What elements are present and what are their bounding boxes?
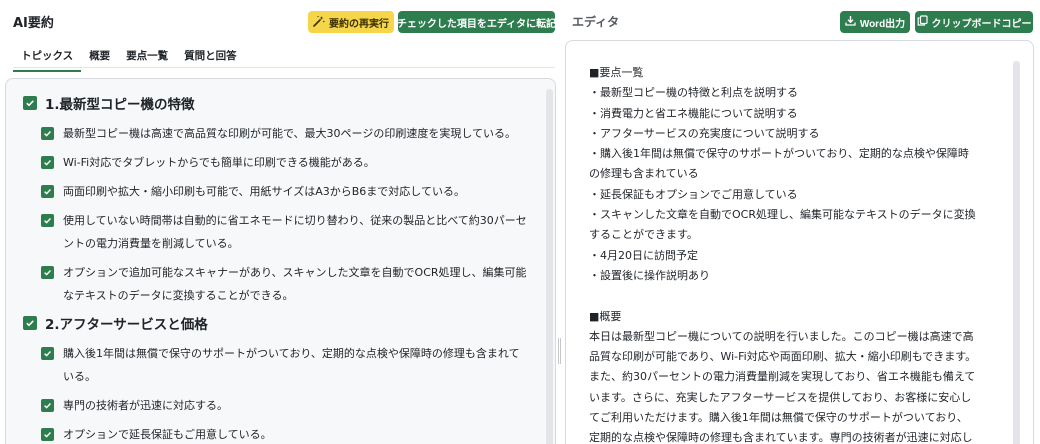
section-title: 1.最新型コピー機の特徴 [45, 97, 195, 113]
tab-divider [13, 67, 555, 68]
editor-title: エディタ [572, 15, 620, 29]
editor-line: います。さらに、充実したアフターサービスを提供しており、お客様に安心し [589, 390, 972, 404]
pane-resize-handle[interactable] [558, 338, 562, 364]
editor-line: の修理も含まれている [589, 167, 699, 181]
item-checkbox[interactable] [41, 214, 54, 227]
editor-line: 本日は最新型コピー機についての説明を行いました。このコピー機は高速で高 [589, 329, 974, 343]
rerun-summary-label: 要約の再実行 [329, 18, 389, 30]
topics-panel: 1.最新型コピー機の特徴 最新型コピー機は高速で高品質な印刷が可能で、最大30ペ… [5, 78, 556, 444]
item-text: 購入後1年間は無償で保守のサポートがついており、定期的な点検や保障時の修理も含ま… [63, 347, 520, 383]
topic-item: 両面印刷や拡大・縮小印刷も可能で、用紙サイズはA3からB6まで対応している。 [41, 180, 528, 203]
topic-item: 使用していない時間帯は自動的に省エネモードに切り替わり、従来の製品と比べて約30… [41, 209, 528, 255]
topic-item: Wi-Fi対応でタブレットからでも簡単に印刷できる機能がある。 [41, 151, 528, 174]
item-text: オプションで延長保証もご用意している。 [63, 428, 272, 441]
editor-line: ・購入後1年間は無償で保守のサポートがついており、定期的な点検や保障時 [589, 147, 969, 161]
topic-item: 専門の技術者が迅速に対応する。 [41, 394, 528, 417]
word-export-button[interactable]: Word出力 [840, 11, 910, 33]
topics-scrollbar[interactable] [546, 89, 553, 444]
item-checkbox[interactable] [41, 185, 54, 198]
editor-line: ・延長保証もオプションでご用意している [589, 187, 798, 201]
editor-line: ・アフターサービスの充実度について説明する [589, 126, 820, 140]
editor-area[interactable]: ■要点一覧 ・最新型コピー機の特徴と利点を説明する ・消費電力と省エネ機能につい… [565, 40, 1034, 444]
topic-item: オプションで延長保証もご用意している。 [41, 423, 528, 444]
topic-item: 購入後1年間は無償で保守のサポートがついており、定期的な点検や保障時の修理も含ま… [41, 342, 528, 388]
item-checkbox[interactable] [41, 266, 54, 279]
editor-line: 品質な印刷が可能であり、Wi-Fi対応や両面印刷、拡大・縮小印刷もできます。 [589, 350, 977, 364]
clipboard-copy-label: クリップボードコピー [931, 18, 1032, 30]
clipboard-copy-button[interactable]: クリップボードコピー [915, 11, 1033, 33]
section-checkbox[interactable] [23, 316, 37, 330]
item-checkbox[interactable] [41, 399, 54, 412]
transfer-checked-button[interactable]: チェックした項目をエディタに転記 [396, 11, 557, 33]
editor-line: ・設置後に操作説明あり [589, 268, 710, 282]
transfer-checked-label: チェックした項目をエディタに転記 [396, 18, 557, 30]
item-checkbox[interactable] [41, 127, 54, 140]
topic-item: オプションで追加可能なスキャナーがあり、スキャンした文章を自動でOCR処理し、編… [41, 261, 528, 307]
section-title: 2.アフターサービスと価格 [45, 317, 208, 333]
item-text: オプションで追加可能なスキャナーがあり、スキャンした文章を自動でOCR処理し、編… [63, 266, 527, 302]
editor-line: ■概要 [589, 309, 622, 323]
editor-line: ・消費電力と省エネ機能について説明する [589, 106, 798, 120]
editor-text[interactable]: ■要点一覧 ・最新型コピー機の特徴と利点を説明する ・消費電力と省エネ機能につい… [589, 63, 1009, 444]
item-checkbox[interactable] [41, 156, 54, 169]
ai-summary-title: AI要約 [13, 16, 54, 31]
copy-icon [917, 15, 928, 29]
item-checkbox[interactable] [41, 428, 54, 441]
item-text: 最新型コピー機は高速で高品質な印刷が可能で、最大30ページの印刷速度を実現してい… [63, 127, 517, 140]
topics-list: 1.最新型コピー機の特徴 最新型コピー機は高速で高品質な印刷が可能で、最大30ペ… [23, 93, 528, 444]
editor-scrollbar[interactable] [1013, 61, 1020, 444]
magic-wand-icon [313, 15, 325, 30]
editor-line: ■要点一覧 [589, 66, 644, 79]
editor-line: ・スキャンした文章を自動でOCR処理し、編集可能なテキストのデータに変換 [589, 208, 976, 222]
editor-line: 定期的な点検や保障時の修理も含まれています。専門の技術者が迅速に対応し [589, 431, 973, 444]
item-text: 両面印刷や拡大・縮小印刷も可能で、用紙サイズはA3からB6まで対応している。 [63, 185, 465, 198]
rerun-summary-button[interactable]: 要約の再実行 [308, 11, 394, 33]
download-icon [845, 15, 856, 29]
editor-line: ・4月20日に訪問予定 [589, 248, 698, 262]
topic-section: 2.アフターサービスと価格 [23, 313, 528, 333]
section-checkbox[interactable] [23, 96, 37, 110]
word-export-label: Word出力 [859, 18, 906, 30]
editor-line: てご利用いただけます。購入後1年間は無償で保守のサポートがついており、 [589, 411, 968, 425]
item-text: Wi-Fi対応でタブレットからでも簡単に印刷できる機能がある。 [63, 156, 375, 169]
item-text: 専門の技術者が迅速に対応する。 [63, 399, 228, 412]
topic-item: 最新型コピー機は高速で高品質な印刷が可能で、最大30ページの印刷速度を実現してい… [41, 122, 528, 145]
topic-section: 1.最新型コピー機の特徴 [23, 93, 528, 113]
item-checkbox[interactable] [41, 347, 54, 360]
editor-line: することができます。 [589, 228, 698, 242]
editor-line: ・最新型コピー機の特徴と利点を説明する [589, 86, 798, 100]
ai-summary-pane: AI要約 要約の再実行 チェックした項目をエディタに転記 トピックス 概要 要点… [0, 0, 563, 444]
editor-line: また、約30パーセントの電力消費量削減を実現しており、省エネ機能も備えて [589, 370, 976, 384]
item-text: 使用していない時間帯は自動的に省エネモードに切り替わり、従来の製品と比べて約30… [63, 214, 527, 250]
